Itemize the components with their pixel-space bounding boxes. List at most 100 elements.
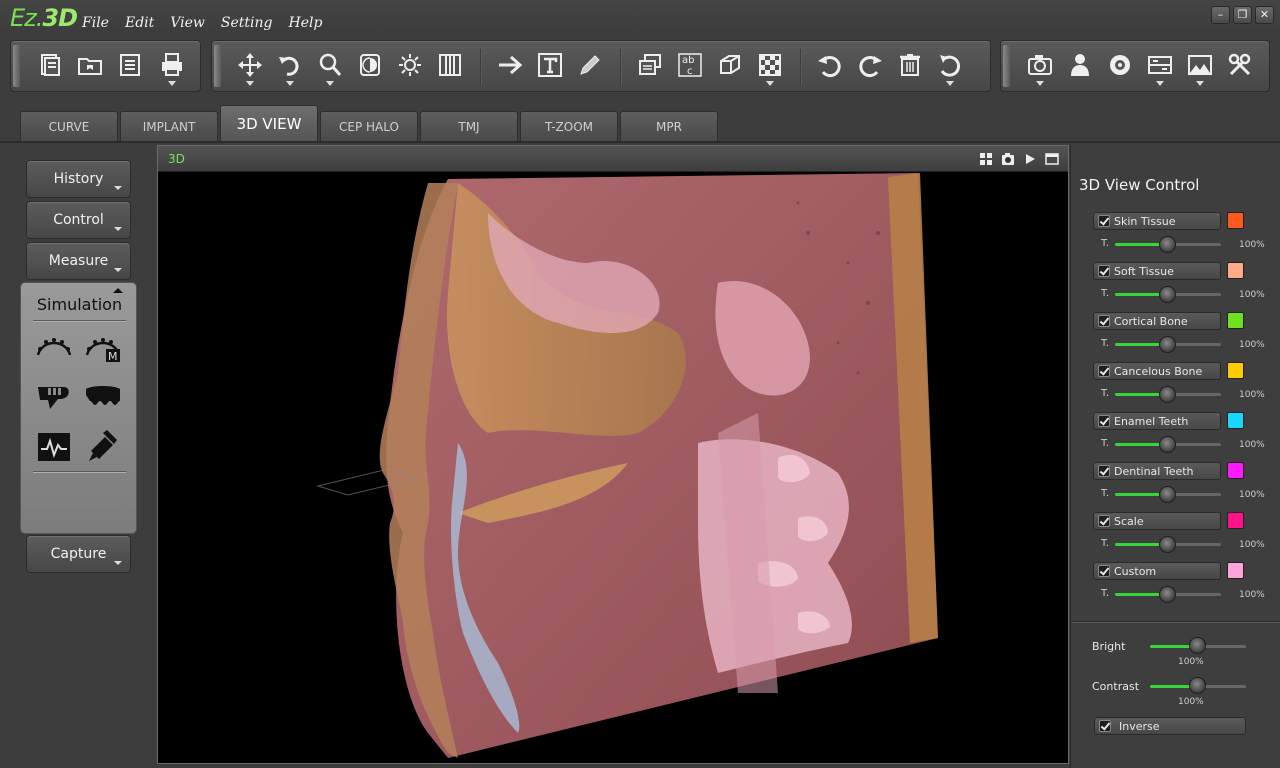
tab-mpr[interactable]: MPR [620, 111, 718, 141]
tab-implant[interactable]: IMPLANT [120, 111, 218, 141]
menu-file[interactable]: File [82, 15, 109, 31]
zoom-button[interactable] [312, 47, 348, 86]
camera-icon[interactable] [1001, 152, 1015, 166]
checkbox-icon[interactable] [1098, 565, 1110, 577]
layer-toggle[interactable]: Custom [1093, 562, 1221, 580]
capture-panel-button[interactable]: Capture [26, 535, 131, 573]
layer-toggle[interactable]: Soft Tissue [1093, 262, 1221, 280]
slider-knob[interactable] [1159, 486, 1176, 503]
new-document-button[interactable] [32, 47, 68, 83]
checkbox-icon[interactable] [1098, 415, 1110, 427]
slider-knob[interactable] [1159, 236, 1176, 253]
slider-knob[interactable] [1159, 586, 1176, 603]
layer-toggle[interactable]: Dentinal Teeth [1093, 462, 1221, 480]
menu-edit[interactable]: Edit [125, 15, 154, 31]
color-swatch[interactable] [1227, 362, 1244, 379]
close-icon[interactable]: ✕ [1255, 6, 1274, 24]
implant-tool-icon[interactable] [83, 427, 123, 467]
compare-button[interactable] [1142, 47, 1178, 86]
volume-button[interactable] [712, 47, 748, 83]
slider-knob[interactable] [1159, 336, 1176, 353]
inverse-toggle[interactable]: Inverse [1094, 717, 1246, 735]
undo-button[interactable] [812, 47, 848, 83]
slider-knob[interactable] [1159, 386, 1176, 403]
layer-toggle[interactable]: Enamel Teeth [1093, 412, 1221, 430]
save-button[interactable] [112, 47, 148, 83]
checkbox-icon[interactable] [1098, 365, 1110, 377]
slider-knob[interactable] [1189, 637, 1206, 654]
reset-button[interactable] [932, 47, 968, 86]
draw-button[interactable] [572, 47, 608, 83]
color-swatch[interactable] [1227, 212, 1244, 229]
measure-button[interactable]: Measure [26, 242, 131, 280]
layer-toggle[interactable]: Scale [1093, 512, 1221, 530]
contrast-button[interactable] [352, 47, 388, 83]
print-button[interactable] [154, 47, 190, 86]
play-icon[interactable] [1023, 152, 1037, 166]
maximize-icon[interactable] [1045, 152, 1059, 166]
checkbox-icon[interactable] [1098, 215, 1110, 227]
text-annotation-button[interactable] [532, 47, 568, 83]
layers-button[interactable] [632, 47, 668, 83]
tab-3d-view[interactable]: 3D VIEW [220, 105, 318, 141]
image-button[interactable] [1182, 47, 1218, 86]
checkbox-icon[interactable] [1098, 315, 1110, 327]
abc-label-button[interactable]: ab c [672, 47, 708, 83]
checkbox-icon[interactable] [1098, 515, 1110, 527]
brightness-button[interactable] [392, 47, 428, 83]
color-swatch[interactable] [1227, 512, 1244, 529]
disc-button[interactable] [1102, 47, 1138, 83]
tab-t-zoom[interactable]: T-ZOOM [520, 111, 618, 141]
slider-knob[interactable] [1159, 286, 1176, 303]
slider-knob[interactable] [1189, 677, 1206, 694]
slider-knob[interactable] [1159, 436, 1176, 453]
filter-button[interactable] [432, 47, 468, 83]
layout-grid-icon[interactable] [979, 152, 993, 166]
toolbar-grip[interactable] [1003, 45, 1010, 87]
menu-view[interactable]: View [170, 15, 205, 31]
color-swatch[interactable] [1227, 562, 1244, 579]
color-swatch[interactable] [1227, 312, 1244, 329]
toolbar-file-group [10, 40, 201, 92]
checkbox-icon[interactable] [1098, 265, 1110, 277]
color-swatch[interactable] [1227, 412, 1244, 429]
toolbar-grip[interactable] [214, 45, 221, 87]
menu-setting[interactable]: Setting [221, 15, 273, 31]
capture-label: Capture [50, 546, 107, 562]
minimize-icon[interactable]: – [1211, 6, 1230, 24]
rotate-button[interactable] [272, 47, 308, 86]
layer-toggle[interactable]: Cancelous Bone [1093, 362, 1221, 380]
control-button[interactable]: Control [26, 201, 131, 239]
delete-button[interactable] [892, 47, 928, 83]
airway-graph-icon[interactable] [34, 427, 74, 467]
jaw-simulation-icon[interactable] [34, 377, 74, 417]
chevron-up-icon[interactable] [113, 288, 123, 293]
arrow-annotation-button[interactable] [492, 47, 528, 83]
redo-button[interactable] [852, 47, 888, 83]
3d-render-canvas[interactable] [158, 173, 1068, 763]
menu-help[interactable]: Help [288, 15, 322, 31]
open-folder-button[interactable] [72, 47, 108, 83]
tab-curve[interactable]: CURVE [20, 111, 118, 141]
teeth-row-icon[interactable] [83, 377, 123, 417]
layer-toggle[interactable]: Skin Tissue [1093, 212, 1221, 230]
capture-button[interactable] [1022, 47, 1058, 86]
checker-button[interactable] [752, 47, 788, 86]
layer-toggle[interactable]: Cortical Bone [1093, 312, 1221, 330]
settings-button[interactable] [1222, 47, 1258, 83]
color-swatch[interactable] [1227, 262, 1244, 279]
arch-curve-manual-icon[interactable]: M [83, 327, 123, 367]
transparency-value: 100% [1239, 340, 1265, 350]
toolbar-grip[interactable] [13, 45, 20, 87]
history-button[interactable]: History [26, 160, 131, 198]
arch-curve-icon[interactable] [34, 327, 74, 367]
slider-knob[interactable] [1159, 536, 1176, 553]
checkbox-icon[interactable] [1099, 720, 1111, 732]
pan-button[interactable] [232, 47, 268, 86]
checkbox-icon[interactable] [1098, 465, 1110, 477]
color-swatch[interactable] [1227, 462, 1244, 479]
restore-icon[interactable]: ❐ [1233, 6, 1252, 24]
tab-cep-halo[interactable]: CEP HALO [320, 111, 418, 141]
patient-button[interactable] [1062, 47, 1098, 83]
tab-tmj[interactable]: TMJ [420, 111, 518, 141]
